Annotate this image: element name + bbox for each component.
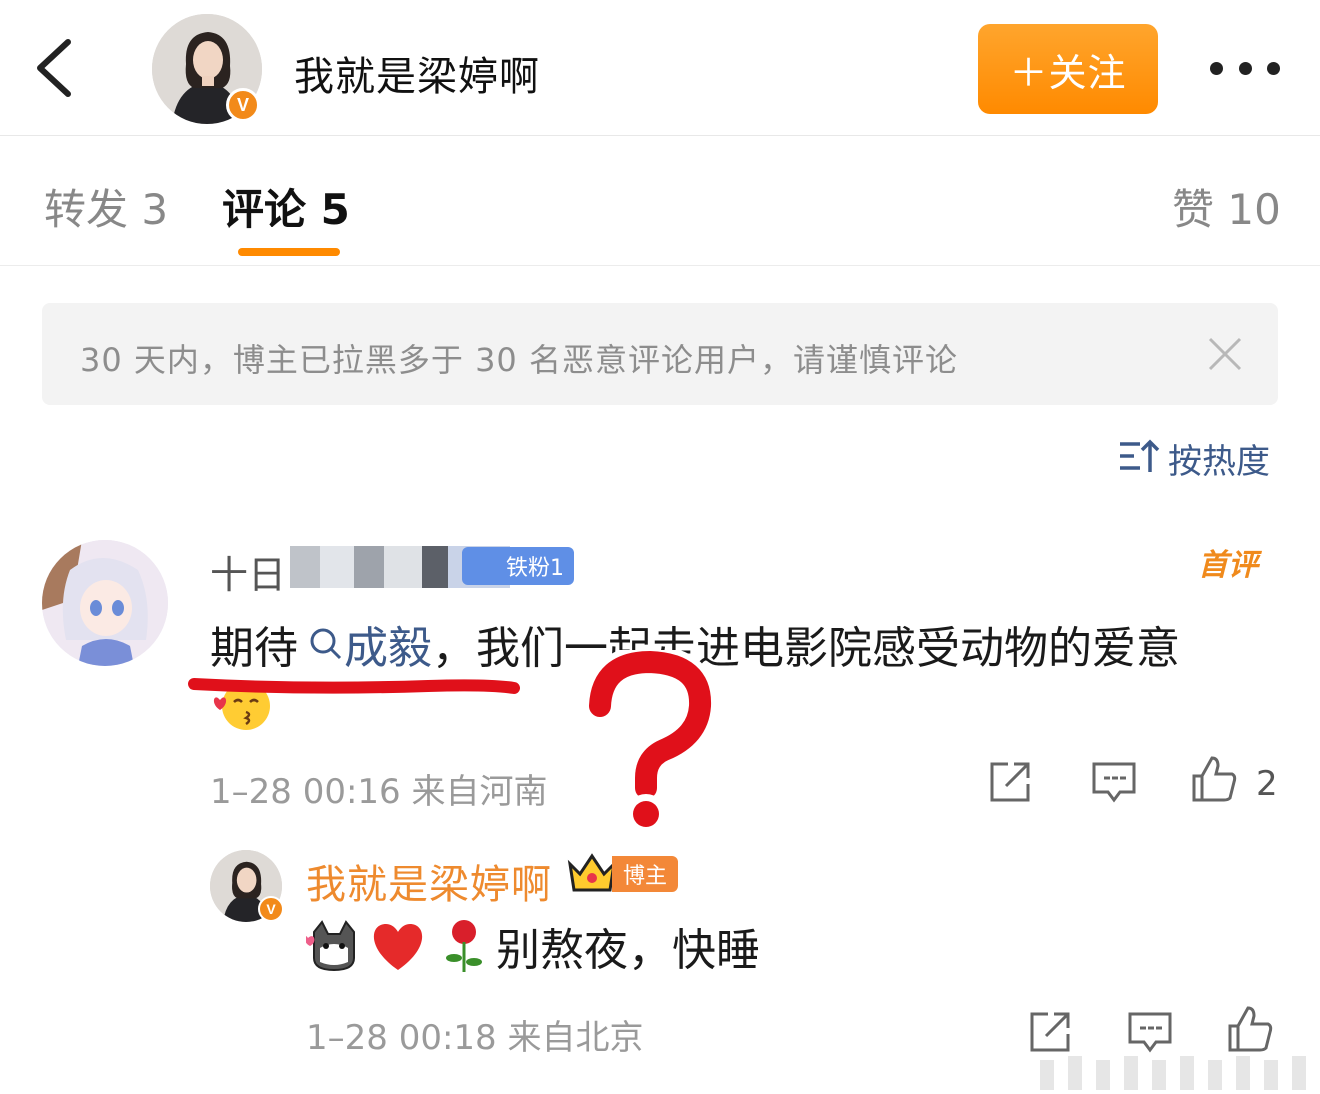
- like-icon[interactable]: [1190, 754, 1238, 802]
- reply-text-label: 别熬夜，快睡: [496, 925, 760, 976]
- first-comment-badge: 首评: [1198, 548, 1258, 583]
- back-arrow-icon[interactable]: [30, 36, 80, 100]
- tab-comments[interactable]: 评论 5: [222, 176, 350, 237]
- notice-text: 30 天内，博主已拉黑多于 30 名恶意评论用户，请谨慎评论: [80, 341, 958, 379]
- active-tab-indicator: [238, 248, 340, 256]
- rose-emoji-icon: [442, 918, 486, 974]
- comment-text-after: ，我们一起走进电影院感受动物的爱意: [432, 623, 1180, 674]
- top-bar: V 我就是梁婷啊 ＋关注: [0, 0, 1320, 136]
- search-icon: [310, 628, 342, 660]
- red-underline-annotation: [188, 676, 520, 696]
- notice-banner: 30 天内，博主已拉黑多于 30 名恶意评论用户，请谨慎评论: [42, 303, 1278, 405]
- cat-emoji-icon: [304, 918, 362, 974]
- tab-bar: 转发 3 评论 5 赞 10: [0, 136, 1320, 266]
- search-topic-label: 成毅: [344, 623, 432, 674]
- page-title: 我就是梁婷啊: [294, 54, 540, 100]
- repost-icon[interactable]: [986, 758, 1034, 806]
- commenter-avatar[interactable]: [42, 540, 168, 666]
- close-icon[interactable]: [1206, 335, 1244, 373]
- reply-author-name[interactable]: 我就是梁婷啊: [306, 852, 552, 910]
- tab-likes[interactable]: 赞 10: [1172, 176, 1281, 237]
- comment-text-before: 期待: [210, 623, 298, 674]
- host-badge: 博主: [612, 856, 678, 892]
- sort-label: 按热度: [1168, 441, 1270, 482]
- red-question-mark-annotation: [578, 644, 718, 840]
- comment-meta: 1–28 00:16 来自河南: [210, 772, 548, 812]
- verified-badge-icon: V: [226, 88, 260, 122]
- verified-badge-icon: V: [258, 896, 284, 922]
- heart-emoji-icon: [368, 918, 428, 974]
- watermark-dots: [1030, 1030, 1320, 1090]
- comment-icon[interactable]: [1090, 758, 1138, 806]
- commenter-name[interactable]: 十日: [210, 544, 286, 599]
- reply-meta: 1–28 00:18 来自北京: [306, 1018, 644, 1058]
- sort-toggle[interactable]: 按热度: [1118, 436, 1270, 482]
- search-topic-link[interactable]: 成毅: [308, 612, 432, 676]
- fan-level-tag: 铁粉1: [462, 547, 574, 585]
- reply-text: 别熬夜，快睡: [304, 918, 760, 976]
- like-count: 2: [1256, 764, 1278, 804]
- follow-button[interactable]: ＋关注: [978, 24, 1158, 114]
- more-dots-icon[interactable]: [1210, 58, 1280, 78]
- sort-icon: [1118, 436, 1160, 480]
- tab-reposts[interactable]: 转发 3: [44, 176, 168, 237]
- crown-icon: [566, 852, 618, 894]
